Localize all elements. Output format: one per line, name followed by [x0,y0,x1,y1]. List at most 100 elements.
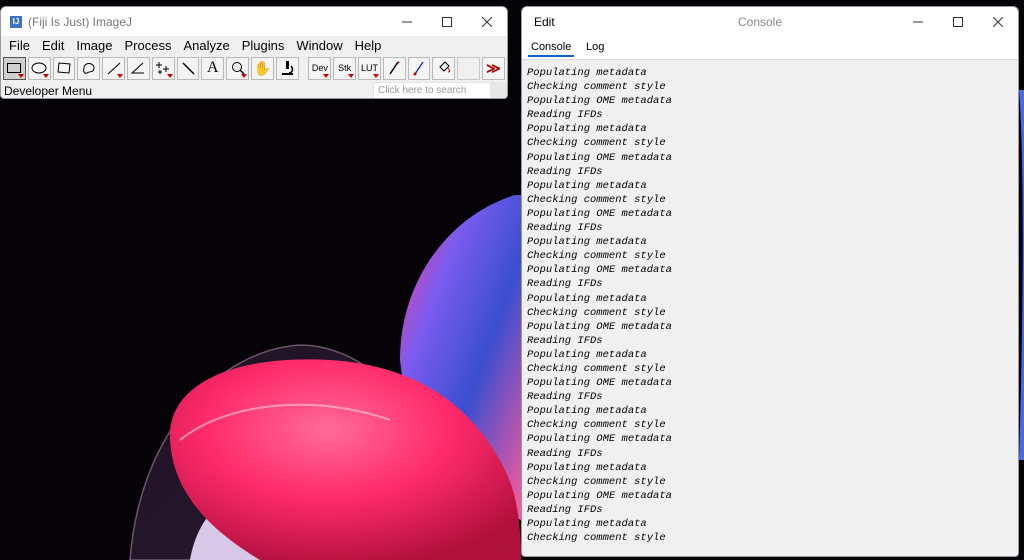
menu-help[interactable]: Help [349,38,388,53]
console-titlebar[interactable]: Edit Console [522,7,1018,36]
imagej-window-controls [387,7,507,36]
lut-menu-label: LUT [360,63,378,73]
polygon-icon [57,62,71,74]
text-tool[interactable]: A [201,56,225,80]
maximize-button[interactable] [427,7,467,36]
menu-edit[interactable]: Edit [36,38,70,53]
stack-menu-tool[interactable]: Stk [333,56,357,80]
dev-menu-label: Dev [311,63,328,73]
multipoint-tool[interactable] [151,56,175,80]
lut-menu-tool[interactable]: LUT [358,56,381,80]
imagej-window: IJ (Fiji Is Just) ImageJ File Edit Image… [0,6,508,99]
console-window-controls [898,7,1018,36]
log-line: Checking comment style [527,419,666,432]
magnifier-tool[interactable] [226,56,249,80]
log-line: Populating metadata [527,405,647,418]
close-icon [993,16,1003,27]
console-output[interactable]: Populating metadata Checking comment styl… [522,59,1018,556]
log-line: Populating OME metadata [527,264,672,277]
log-line: Populating OME metadata [527,95,672,108]
console-tabbar: Console Log [522,36,1018,59]
log-line: Populating metadata [527,461,647,474]
search-button[interactable] [491,82,507,98]
search-input[interactable]: Click here to search [373,82,491,98]
log-line: Reading IFDs [527,334,603,347]
log-line: Populating metadata [527,123,647,136]
wand-tool[interactable] [176,56,200,80]
log-line: Checking comment style [527,250,666,263]
double-chevron-right-icon: ≫ [486,59,501,76]
log-line: Checking comment style [527,362,666,375]
maximize-icon [953,16,963,27]
log-line: Populating OME metadata [527,151,672,164]
log-line: Populating metadata [527,292,647,305]
bucket-icon [439,61,450,73]
log-line: Checking comment style [527,475,666,488]
log-line: Populating metadata [527,179,647,192]
menu-process[interactable]: Process [119,38,178,53]
rectangle-tool[interactable] [3,56,26,80]
menu-file[interactable]: File [3,38,36,53]
menu-plugins[interactable]: Plugins [236,38,291,53]
angle-icon [131,62,145,74]
color-picker-tool[interactable] [275,56,299,80]
minimize-icon [402,21,412,22]
paintbrush-tool[interactable] [407,56,431,80]
log-line: Populating metadata [527,236,647,249]
dev-menu-tool[interactable]: Dev [308,56,332,80]
close-button[interactable] [467,7,507,36]
log-line: Reading IFDs [527,447,603,460]
angle-tool[interactable] [126,56,150,80]
log-line: Checking comment style [527,193,666,206]
console-minimize-button[interactable] [898,7,938,36]
line-tool[interactable] [102,56,125,80]
log-line: Populating OME metadata [527,489,672,502]
console-edit-menu[interactable]: Edit [534,15,555,29]
close-icon [482,16,492,27]
log-lines: Populating metadata Checking comment styl… [527,66,1018,545]
menu-analyze[interactable]: Analyze [177,38,235,53]
console-close-button[interactable] [978,7,1018,36]
log-line: Reading IFDs [527,278,603,291]
minimize-button[interactable] [387,7,427,36]
log-line: Populating metadata [527,67,647,79]
tab-console[interactable]: Console [527,41,575,57]
polygon-tool[interactable] [52,56,76,80]
console-maximize-button[interactable] [938,7,978,36]
brush-tool[interactable] [382,56,406,80]
log-line: Checking comment style [527,532,666,545]
imagej-window-title: (Fiji Is Just) ImageJ [28,14,133,29]
log-line: Reading IFDs [527,165,603,178]
log-line: Checking comment style [527,137,666,150]
log-line: Populating OME metadata [527,433,672,446]
flood-fill-tool[interactable] [432,56,456,80]
stack-menu-label: Stk [338,63,352,73]
pencil-icon [389,61,400,75]
scroll-tool[interactable]: ✋ [250,56,274,80]
hand-icon: ✋ [253,59,272,76]
minimize-icon [913,21,923,22]
freehand-icon [82,63,95,74]
log-line: Reading IFDs [527,222,603,235]
imagej-menubar: File Edit Image Process Analyze Plugins … [1,36,507,55]
more-tools-button[interactable]: ≫ [482,56,505,80]
imagej-status-bar: Developer Menu Click here to search [1,81,507,98]
status-text: Developer Menu [4,83,93,98]
log-line: Populating OME metadata [527,207,672,220]
wand-icon [182,62,195,75]
console-window: Edit Console Console Log Populating meta… [521,6,1019,557]
log-line: Checking comment style [527,81,666,94]
imagej-app-icon: IJ [10,15,22,28]
oval-tool[interactable] [27,56,51,80]
log-line: Populating OME metadata [527,320,672,333]
log-line: Checking comment style [527,306,666,319]
log-line: Reading IFDs [527,109,603,122]
imagej-titlebar[interactable]: IJ (Fiji Is Just) ImageJ [1,7,507,36]
menu-image[interactable]: Image [70,38,118,53]
tab-log[interactable]: Log [586,41,604,53]
text-icon: A [206,59,219,76]
freehand-tool[interactable] [77,56,101,80]
log-line: Populating metadata [527,348,647,361]
menu-window[interactable]: Window [290,38,348,53]
paintbrush-icon [413,61,424,76]
